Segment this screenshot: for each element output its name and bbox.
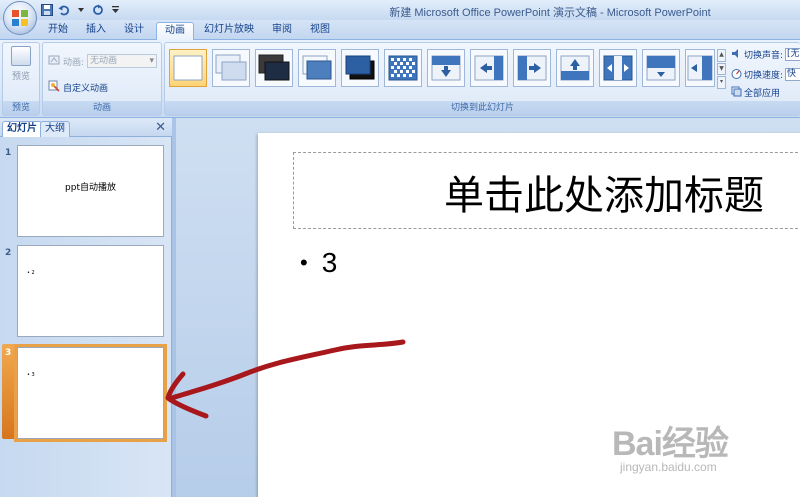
office-logo-icon: [12, 10, 28, 26]
transition-wipe-down[interactable]: [427, 49, 465, 87]
gallery-scroll: ▲ ▼ ▾: [717, 49, 726, 90]
slide-thumbnail-1[interactable]: ppt自动播放: [17, 145, 164, 237]
transition-sound-icon: [731, 48, 742, 62]
preview-group-label: 预览: [3, 101, 39, 115]
tab-home[interactable]: 开始: [40, 22, 76, 40]
transition-cut[interactable]: [298, 49, 336, 87]
tab-design[interactable]: 设计: [116, 22, 152, 40]
animation-group: 动画: 无动画 自定义动画 动画: [42, 42, 162, 116]
bullet-icon: •: [300, 250, 308, 275]
animation-icon: [48, 54, 60, 69]
preview-button-label: 预览: [11, 72, 30, 82]
apply-all-icon: [731, 86, 742, 100]
transition-speed-icon: [731, 68, 742, 82]
tab-review[interactable]: 审阅: [264, 22, 300, 40]
transition-fade-smooth[interactable]: [212, 49, 250, 87]
transition-dissolve[interactable]: [384, 49, 422, 87]
slide-number: 1: [5, 148, 12, 158]
slide-number: 3: [5, 348, 12, 358]
custom-animation-label: 自定义动画: [63, 83, 109, 94]
transition-wipe-up[interactable]: [556, 49, 594, 87]
title-bar: 新建 Microsoft Office PowerPoint 演示文稿 - Mi…: [0, 0, 800, 20]
transition-split[interactable]: [599, 49, 637, 87]
animation-group-label: 动画: [43, 101, 161, 115]
gallery-more-icon[interactable]: ▾: [717, 76, 726, 90]
slide-thumbnail-2[interactable]: • 2: [17, 245, 164, 337]
baidu-watermark: Bai经验 jingyan.baidu.com: [612, 408, 792, 493]
animation-select[interactable]: 无动画: [87, 54, 158, 68]
content-placeholder[interactable]: • 3: [300, 247, 337, 279]
custom-animation-button[interactable]: 自定义动画: [48, 79, 108, 95]
apply-to-all-button[interactable]: 全部应用: [731, 85, 780, 100]
gallery-down-icon[interactable]: ▼: [717, 62, 726, 76]
custom-animation-icon: [48, 80, 60, 95]
tab-slides[interactable]: 幻灯片: [2, 121, 42, 137]
apply-all-label: 全部应用: [744, 89, 781, 99]
transition-fade-black[interactable]: [255, 49, 293, 87]
preview-icon: [11, 46, 31, 66]
pane-tabs: 幻灯片 大纲 ✕: [0, 118, 172, 137]
transition-none[interactable]: [169, 49, 207, 87]
tab-outline[interactable]: 大纲: [40, 121, 70, 137]
selected-slide-indicator: [2, 344, 16, 439]
slide-thumbnail-bullet: • 3: [27, 372, 35, 378]
title-placeholder[interactable]: 单击此处添加标题: [293, 152, 800, 229]
slides-pane: 幻灯片 大纲 ✕ 1 ppt自动播放 2 • 2 3 • 3: [0, 118, 172, 497]
preview-group: 预览 预览: [2, 42, 40, 116]
preview-button[interactable]: 预览: [6, 46, 36, 96]
transition-speed-select[interactable]: 快: [785, 68, 800, 81]
transition-push-left[interactable]: [685, 49, 715, 87]
transition-group: ▲ ▼ ▾ 切换声音: [无 切换速度: 快 全部应用 切换到此幻灯片: [164, 42, 800, 116]
slide-thumbnail-title: ppt自动播放: [65, 183, 116, 193]
tab-slideshow[interactable]: 幻灯片放映: [196, 22, 262, 40]
watermark-url: jingyan.baidu.com: [620, 460, 717, 474]
slide-thumbnail-3[interactable]: • 3: [14, 344, 167, 442]
transition-wipe-left[interactable]: [470, 49, 508, 87]
transition-wipe-right[interactable]: [513, 49, 551, 87]
transition-speed-label: 切换速度:: [744, 71, 784, 81]
title-placeholder-text: 单击此处添加标题: [444, 173, 764, 219]
slide-thumbnail-bullet: • 2: [27, 270, 35, 276]
transition-push-down[interactable]: [642, 49, 680, 87]
transition-sound-select[interactable]: [无: [785, 48, 800, 61]
office-button[interactable]: [3, 1, 37, 35]
transition-cut-black[interactable]: [341, 49, 379, 87]
window-title: 新建 Microsoft Office PowerPoint 演示文稿 - Mi…: [389, 7, 711, 19]
ribbon-tabs: 开始 插入 设计 动画 幻灯片放映 审阅 视图: [0, 20, 800, 41]
animation-label: 动画:: [63, 57, 85, 68]
gallery-up-icon[interactable]: ▲: [717, 49, 726, 62]
bullet-text: 3: [321, 247, 338, 278]
slide-number: 2: [5, 248, 12, 258]
close-icon[interactable]: ✕: [155, 120, 166, 135]
transition-sound-label: 切换声音:: [744, 51, 784, 61]
tab-insert[interactable]: 插入: [78, 22, 114, 40]
ribbon: 预览 预览 动画: 无动画 自定义动画 动画: [0, 40, 800, 118]
tab-animations[interactable]: 动画: [156, 22, 194, 41]
transition-group-label: 切换到此幻灯片: [165, 101, 800, 115]
tab-view[interactable]: 视图: [302, 22, 338, 40]
watermark-brand: Bai经验: [612, 425, 729, 463]
